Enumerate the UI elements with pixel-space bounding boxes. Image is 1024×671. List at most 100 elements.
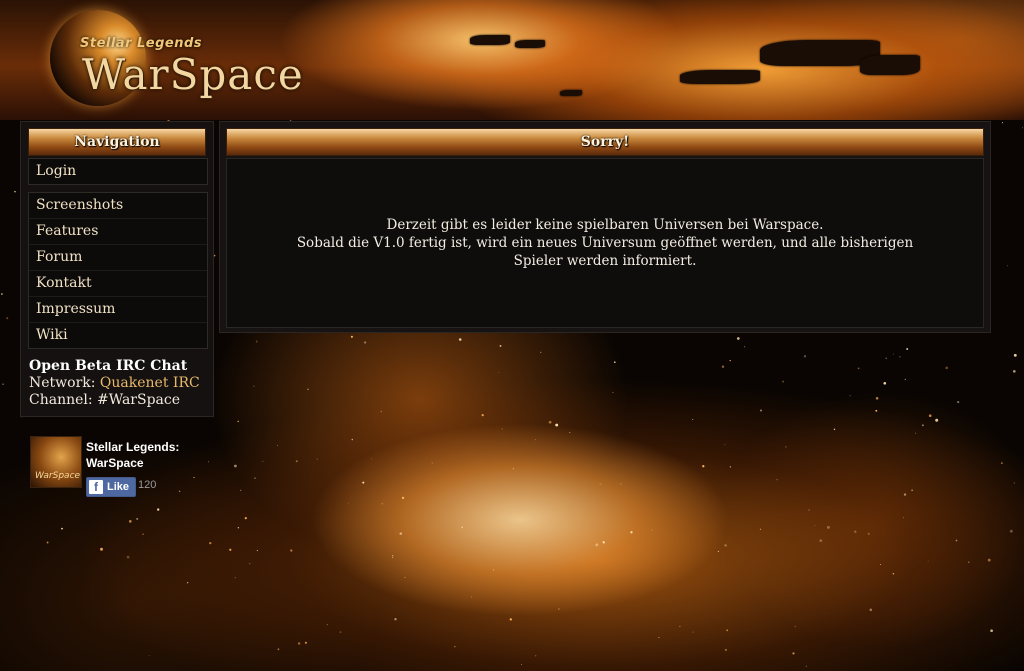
star: [869, 608, 873, 612]
star: [945, 366, 949, 370]
star: [262, 460, 264, 462]
nav-item-kontakt[interactable]: Kontakt: [29, 271, 207, 297]
star: [875, 409, 878, 412]
star: [558, 608, 560, 610]
star: [879, 564, 881, 565]
nav-item-screenshots[interactable]: Screenshots: [29, 193, 207, 219]
spaceship-icon: [515, 40, 545, 48]
facebook-page-avatar[interactable]: WarSpace: [30, 436, 82, 488]
star: [394, 618, 397, 621]
star: [613, 361, 616, 364]
star: [470, 596, 473, 598]
star: [2, 383, 4, 386]
star: [14, 190, 16, 193]
star: [255, 340, 258, 343]
irc-channel-value: #WarSpace: [97, 392, 181, 408]
star: [651, 529, 653, 531]
star: [935, 418, 939, 422]
star: [540, 351, 542, 353]
star: [903, 517, 905, 519]
star: [380, 410, 382, 413]
star: [599, 483, 602, 486]
star: [1022, 127, 1023, 129]
facebook-page-name[interactable]: Stellar Legends: WarSpace: [86, 439, 206, 471]
star: [782, 380, 785, 383]
nav-item-features[interactable]: Features: [29, 219, 207, 245]
star: [326, 623, 329, 626]
star: [381, 502, 384, 505]
star: [1009, 529, 1013, 533]
nav-item-impressum[interactable]: Impressum: [29, 297, 207, 323]
star: [128, 520, 132, 523]
star: [785, 446, 787, 448]
star: [803, 355, 807, 358]
star: [875, 397, 879, 400]
star: [521, 663, 523, 665]
star: [316, 458, 318, 460]
nav-item-login[interactable]: Login: [29, 159, 207, 184]
irc-channel: Channel: #WarSpace: [29, 392, 209, 409]
star: [602, 541, 605, 544]
star: [277, 445, 278, 446]
star: [736, 337, 740, 340]
message-line: Sobald die V1.0 fertig ist, wird ein neu…: [296, 235, 914, 251]
star: [234, 464, 237, 468]
star: [458, 338, 462, 341]
star: [509, 618, 512, 621]
star: [921, 424, 924, 427]
star: [209, 541, 212, 545]
star: [347, 503, 349, 505]
star: [253, 385, 255, 387]
star: [492, 569, 495, 571]
star: [237, 526, 240, 529]
irc-channel-label: Channel:: [29, 392, 93, 408]
star: [620, 483, 622, 485]
nav-item-wiki[interactable]: Wiki: [29, 323, 207, 348]
star: [724, 648, 727, 651]
star: [157, 508, 160, 511]
star: [885, 357, 888, 360]
star: [501, 428, 503, 430]
facebook-like-button[interactable]: f Like: [86, 477, 137, 497]
spaceship-icon: [470, 35, 510, 45]
brand-tagline: Stellar Legends: [80, 36, 203, 51]
star: [849, 395, 851, 397]
star: [1013, 482, 1015, 484]
star: [392, 555, 394, 557]
star: [304, 641, 307, 644]
star: [814, 524, 816, 526]
avatar-brand-text: WarSpace: [35, 471, 81, 481]
star: [892, 353, 894, 355]
star: [1001, 462, 1003, 464]
irc-title: Open Beta IRC Chat: [29, 358, 188, 374]
spaceship-icon: [860, 55, 920, 75]
star: [391, 556, 394, 559]
star: [277, 648, 280, 651]
star: [957, 401, 960, 404]
star: [702, 465, 705, 468]
star: [1012, 370, 1016, 373]
star: [906, 348, 909, 350]
nav-item-forum[interactable]: Forum: [29, 245, 207, 271]
star: [237, 420, 239, 423]
star: [724, 444, 726, 445]
star: [729, 466, 732, 468]
star: [254, 477, 256, 479]
message-line: Spieler werden informiert.: [513, 253, 697, 269]
star: [691, 418, 694, 421]
star: [928, 414, 932, 418]
login-block: Login: [28, 158, 208, 185]
irc-network: Network: Quakenet IRC: [29, 375, 209, 392]
star: [6, 317, 9, 320]
star: [776, 479, 778, 481]
star: [362, 481, 365, 484]
star: [595, 543, 599, 547]
star: [555, 423, 559, 427]
nav-menu: Screenshots Features Forum Kontakt Impre…: [28, 192, 208, 349]
site-header: Stellar Legends WarSpace: [0, 0, 1024, 120]
star: [792, 652, 795, 655]
star: [256, 549, 259, 552]
star: [721, 365, 725, 368]
irc-network-link[interactable]: Quakenet IRC: [100, 375, 200, 391]
star: [290, 549, 293, 552]
